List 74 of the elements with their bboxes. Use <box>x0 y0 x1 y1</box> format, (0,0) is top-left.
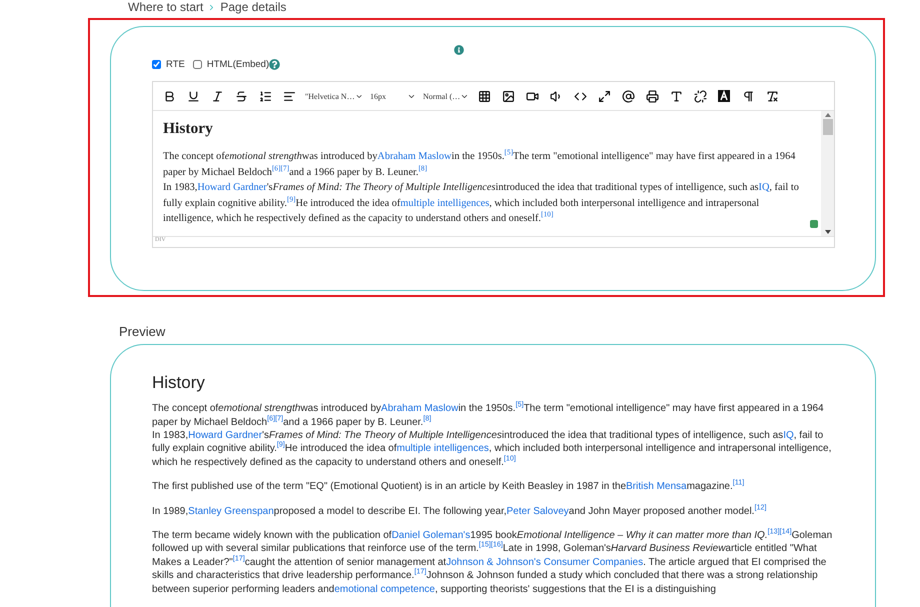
font-family-select[interactable]: "Helvetica N… <box>303 86 365 106</box>
underline-icon <box>186 90 200 102</box>
text-link[interactable]: Howard Gardner <box>188 430 262 441</box>
text-link[interactable]: Abraham Maslow <box>381 403 458 414</box>
text-link[interactable]: Peter Salovey <box>506 506 569 517</box>
breadcrumb-item[interactable]: Where to start <box>128 0 204 15</box>
citation-link[interactable]: [10] <box>504 453 516 462</box>
text-link[interactable]: Stanley Greenspan <box>188 506 274 517</box>
citation-link[interactable]: [14] <box>780 526 792 536</box>
editor-paragraph: The concept ofemotional strengthwas introduced byAbraham Maslowin the 1950s.$^{[5]}$The term "emotional intelligence" may have first appeared in a 1964 paper by Michael Beldoch$^{[6]}$$^{[7]}$and a 1966 paper by B. Leuner.$^{[8]}$ In 1983,Howard Gardner'sFrames of Mind: The Theory of Multiple Intelligencesintroduced the idea that traditional types of intelligence, such asIQ, fail to fully explain cognitive ability.$^{[9]}$He introduced the idea ofmultiple intelligences, which included both interpersonal intelligence and intrapersonal intelligence, which he respectively defined as the capacity to understand others and oneself.$^{[10]}$ <box>163 149 799 226</box>
bold-icon <box>162 90 176 102</box>
printer-icon <box>646 90 658 102</box>
preview-paragraph: In 1989,Stanley Greenspanproposed a model to describe EI. The following year,Peter Saloveyand John Mayer proposed another model.$^{[12]}$ <box>152 504 768 518</box>
citation-link[interactable]: [5] <box>516 400 524 409</box>
citation-link[interactable]: [15] <box>478 540 491 550</box>
citation-link[interactable]: [8] <box>423 413 432 422</box>
citation-link[interactable]: [10] <box>540 210 554 219</box>
code-icon <box>574 90 586 102</box>
text-link[interactable]: Johnson & Johnson's Consumer Companies <box>446 556 644 568</box>
checkbox[interactable] <box>152 60 161 69</box>
citation-link[interactable]: [17] <box>232 553 245 562</box>
citation-link[interactable]: [6] <box>267 413 276 422</box>
text-link[interactable]: IQ <box>758 182 770 193</box>
at-sign-icon <box>622 90 634 102</box>
text-link[interactable]: emotional competence <box>334 584 435 595</box>
italic-icon <box>210 90 224 102</box>
preview-paragraph: The term became widely known with the publication ofDaniel Goleman's1995 bookEmotional Intelligence – Why it can matter more than IQ.$^{[13]}$$^{[14]}$Goleman followed up with several similar publications that reinforce use of the term.$^{[15]}$$^{[16]}$Late in 1998, Goleman'sHarvard Business Reviewarticle entitled "What Makes a Leader?"$^{[17]}$caught the attention of senior management atJohnson & Johnson's Consumer Companies. The article argued that EI comprised the skills and characteristics that drive leadership performance.$^{[17]}$Johnson & Johnson funded a study which concluded that there was a strong relationship between superior performing leaders andemotional competence, supporting theorists' suggestions that the EI is a distinguishing <box>152 528 834 596</box>
expand-icon <box>598 90 610 102</box>
citation-link[interactable]: [12] <box>754 502 766 512</box>
citation-link[interactable]: [8] <box>418 163 428 172</box>
font-size-select[interactable]: 16px <box>368 86 418 106</box>
text-icon <box>670 90 682 102</box>
speaker-icon <box>550 90 562 102</box>
scrollbar[interactable] <box>821 111 834 236</box>
preview-heading: History <box>152 373 206 394</box>
citation-link[interactable]: [9] <box>276 440 285 450</box>
citation-link[interactable]: [7] <box>280 163 290 172</box>
help-icon[interactable] <box>269 59 280 70</box>
text-link[interactable]: Daniel Goleman's <box>392 530 470 541</box>
table-icon <box>478 90 490 102</box>
text-link[interactable]: IQ <box>783 430 794 441</box>
section-title: Preview <box>119 324 166 339</box>
editor-heading: History <box>163 119 214 139</box>
text-link[interactable]: Abraham Maslow <box>377 151 452 162</box>
text-link[interactable]: British Mensa <box>626 481 687 492</box>
text-link[interactable]: Howard Gardner <box>197 182 267 193</box>
preview-paragraph: The first published use of the term "EQ" (Emotional Quotient) is in an article by Keith Beasley in 1987 in theBritish Mensamagazine.$^{[11]}$ <box>152 480 746 494</box>
citation-link[interactable]: [6] <box>272 163 281 172</box>
citation-link[interactable]: [11] <box>732 478 744 487</box>
info-icon[interactable] <box>454 45 464 55</box>
status-square-icon <box>810 220 818 228</box>
checkbox-label: HTML(Embed) <box>206 59 270 70</box>
letter-square-icon <box>718 90 730 102</box>
image-icon <box>502 90 514 102</box>
citation-link[interactable]: [13] <box>768 526 780 536</box>
citation-link[interactable]: [16] <box>490 540 503 550</box>
clear-formatting-icon <box>766 90 778 102</box>
video-camera-icon <box>526 90 538 102</box>
pilcrow-icon <box>742 90 754 102</box>
broken-link-icon <box>694 90 706 102</box>
paragraph-format-select[interactable]: Normal (… <box>421 86 471 106</box>
preview-paragraph: The concept ofemotional strengthwas introduced byAbraham Maslowin the 1950s.$^{[5]}$The term "emotional intelligence" may have first appeared in a 1964 paper by Michael Beldoch$^{[6]}$$^{[7]}$and a 1966 paper by B. Leuner.$^{[8]}$ In 1983,Howard Gardner'sFrames of Mind: The Theory of Multiple Intelligencesintroduced the idea that traditional types of intelligence, such asIQ, fail to fully explain cognitive ability.$^{[9]}$He introduced the idea ofmultiple intelligences, which included both interpersonal intelligence and intrapersonal intelligence, which he respectively defined as the capacity to understand others and oneself.$^{[10]}$ <box>152 402 832 470</box>
text-link[interactable]: multiple intelligences <box>396 443 489 454</box>
citation-link[interactable]: [9] <box>287 194 296 204</box>
align-left-icon <box>282 90 296 102</box>
citation-link[interactable]: [5] <box>504 148 514 157</box>
citation-link[interactable]: [7] <box>275 413 284 422</box>
checkbox-label: RTE <box>166 59 185 70</box>
strikethrough-icon <box>234 90 248 102</box>
text-link[interactable]: multiple intelligences <box>400 198 490 208</box>
citation-link[interactable]: [17] <box>414 566 426 576</box>
checkbox[interactable] <box>192 60 202 69</box>
breadcrumb-item: Page details <box>220 0 286 15</box>
numbered-list-icon <box>258 90 272 102</box>
